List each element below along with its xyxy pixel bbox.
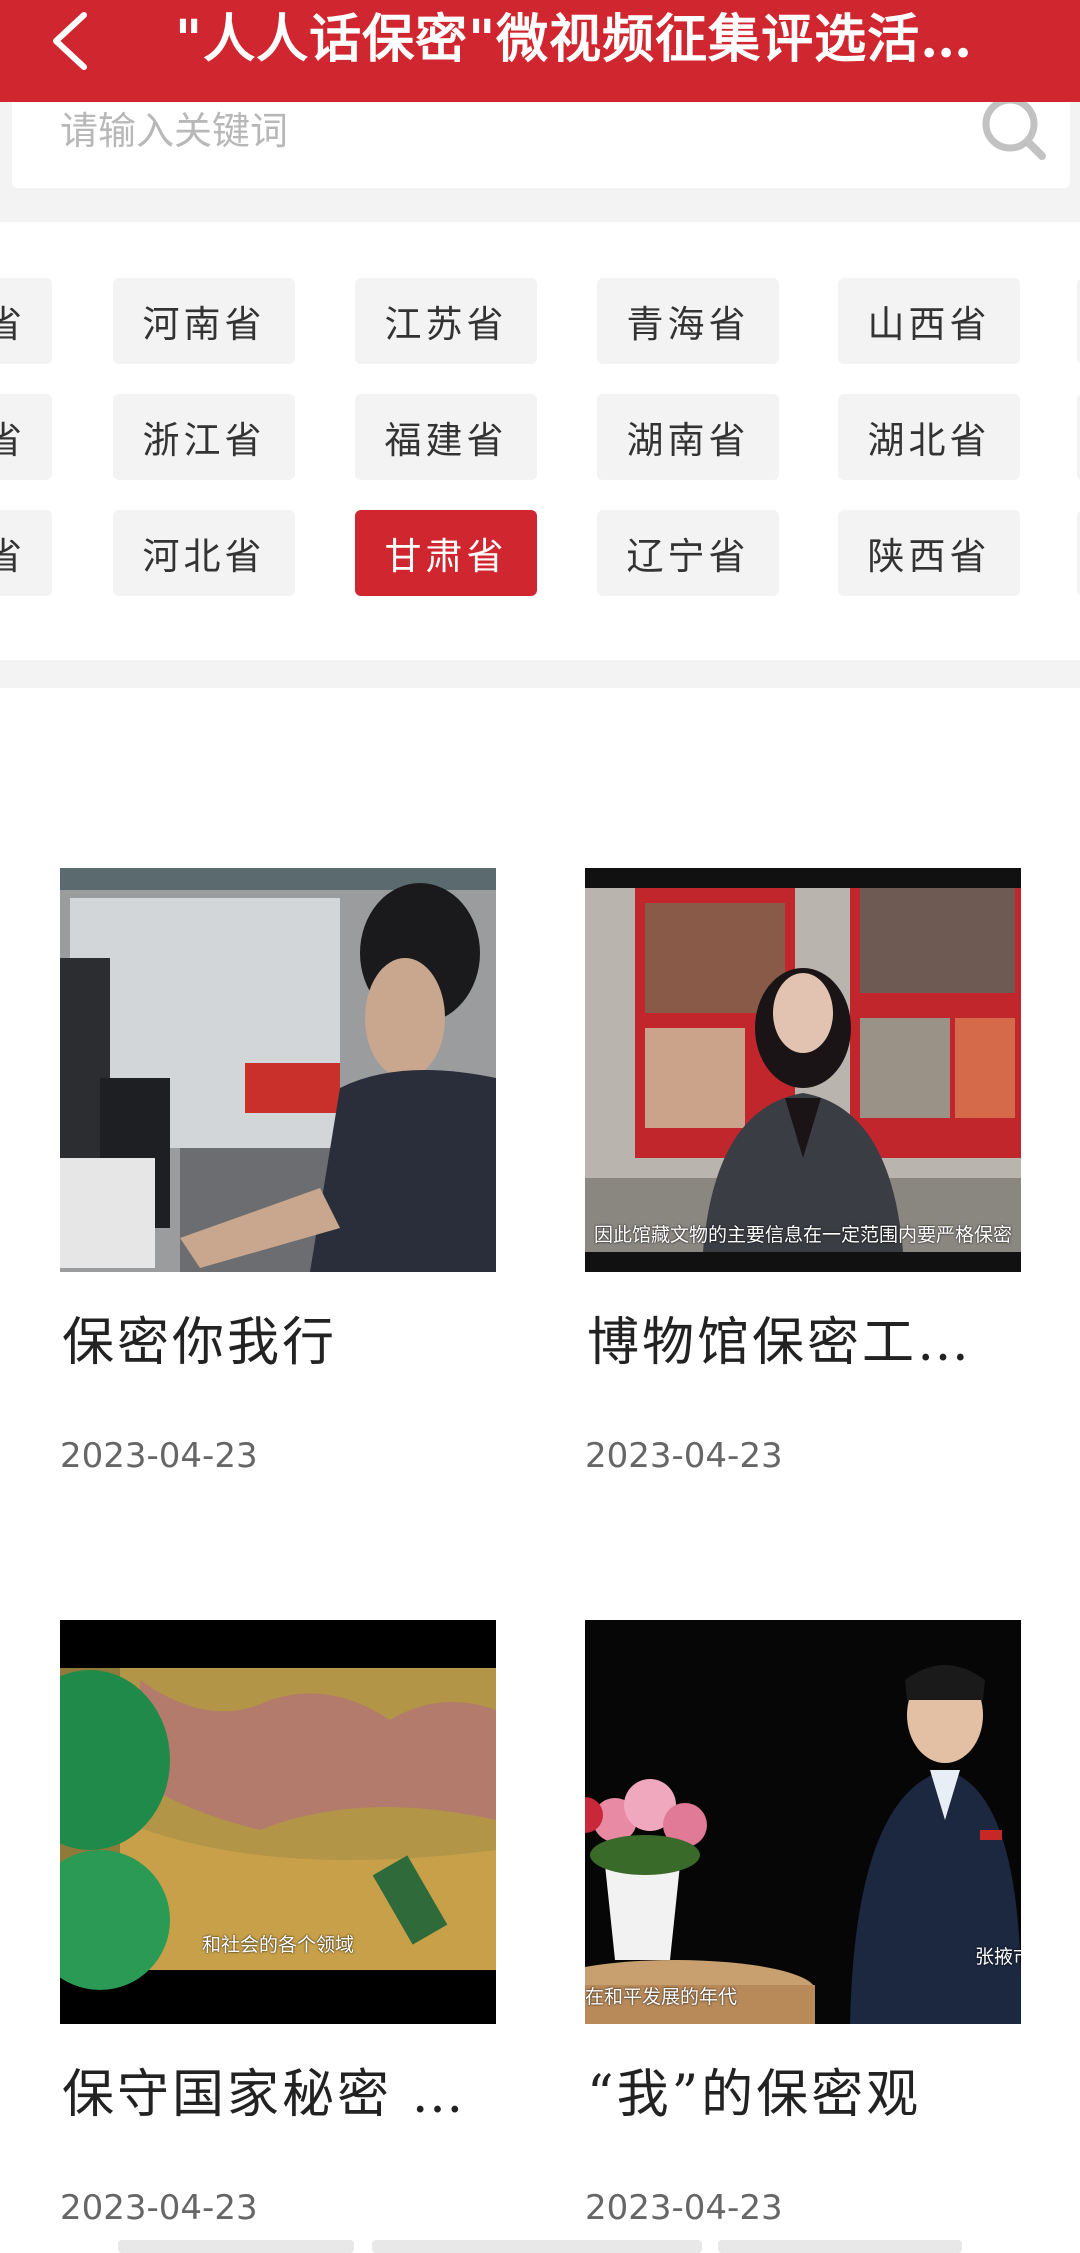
province-chip[interactable]: 河南省 [113,278,295,364]
search-button[interactable] [980,96,1050,162]
video-caption: 在和平发展的年代 [585,1986,738,2008]
video-caption: 因此馆藏文物的主要信息在一定范围内要严格保密 [593,1224,1012,1246]
province-chip[interactable]: 陕西省 [838,510,1020,596]
video-title[interactable]: “我”的保密观 [587,2060,1027,2130]
page-title: "人人话保密"微视频征集评选活… [175,9,974,70]
province-chip-partial[interactable]: 省 [0,278,52,364]
video-thumbnail[interactable]: 因此馆藏文物的主要信息在一定范围内要严格保密 [585,868,1021,1272]
province-chip-selected[interactable]: 甘肃省 [355,510,537,596]
video-side-label: 张掖市 [975,1946,1021,1968]
search-section [0,96,1080,222]
search-box [12,96,1070,188]
province-filter: 省 省 省 河南省 江苏省 青海省 山西省 浙江省 福建省 湖南省 湖北省 河北… [0,222,1080,660]
province-chip[interactable]: 浙江省 [113,394,295,480]
video-thumbnail[interactable]: 在和平发展的年代 张掖市 [585,1620,1021,2024]
video-title[interactable]: 博物馆保密工… [587,1308,1027,1378]
back-button[interactable] [40,10,100,72]
video-date: 2023-04-23 [60,1436,258,1476]
video-title[interactable]: 保守国家秘密 … [62,2060,502,2130]
province-chip-partial[interactable]: 省 [0,394,52,480]
back-chevron-icon [53,12,87,70]
video-thumbnail[interactable]: 和社会的各个领域 [60,1620,496,2024]
province-chip[interactable]: 福建省 [355,394,537,480]
video-date: 2023-04-23 [60,2188,258,2228]
province-chip-partial[interactable]: 省 [0,510,52,596]
province-chip[interactable]: 江苏省 [355,278,537,364]
search-icon [982,96,1046,160]
video-date: 2023-04-23 [585,1436,783,1476]
video-date: 2023-04-23 [585,2188,783,2228]
section-divider [0,660,1080,688]
province-chip[interactable]: 湖南省 [597,394,779,480]
bottom-tab-bar-edge [118,2240,962,2253]
province-chip[interactable]: 湖北省 [838,394,1020,480]
province-chip[interactable]: 山西省 [838,278,1020,364]
province-chip[interactable]: 辽宁省 [597,510,779,596]
province-chip[interactable]: 青海省 [597,278,779,364]
province-chip[interactable]: 河北省 [113,510,295,596]
search-input[interactable] [58,102,862,160]
video-title[interactable]: 保密你我行 [62,1308,502,1378]
video-caption: 和社会的各个领域 [201,1934,354,1956]
video-thumbnail[interactable] [60,868,496,1272]
app-header: "人人话保密"微视频征集评选活… [0,0,1080,102]
